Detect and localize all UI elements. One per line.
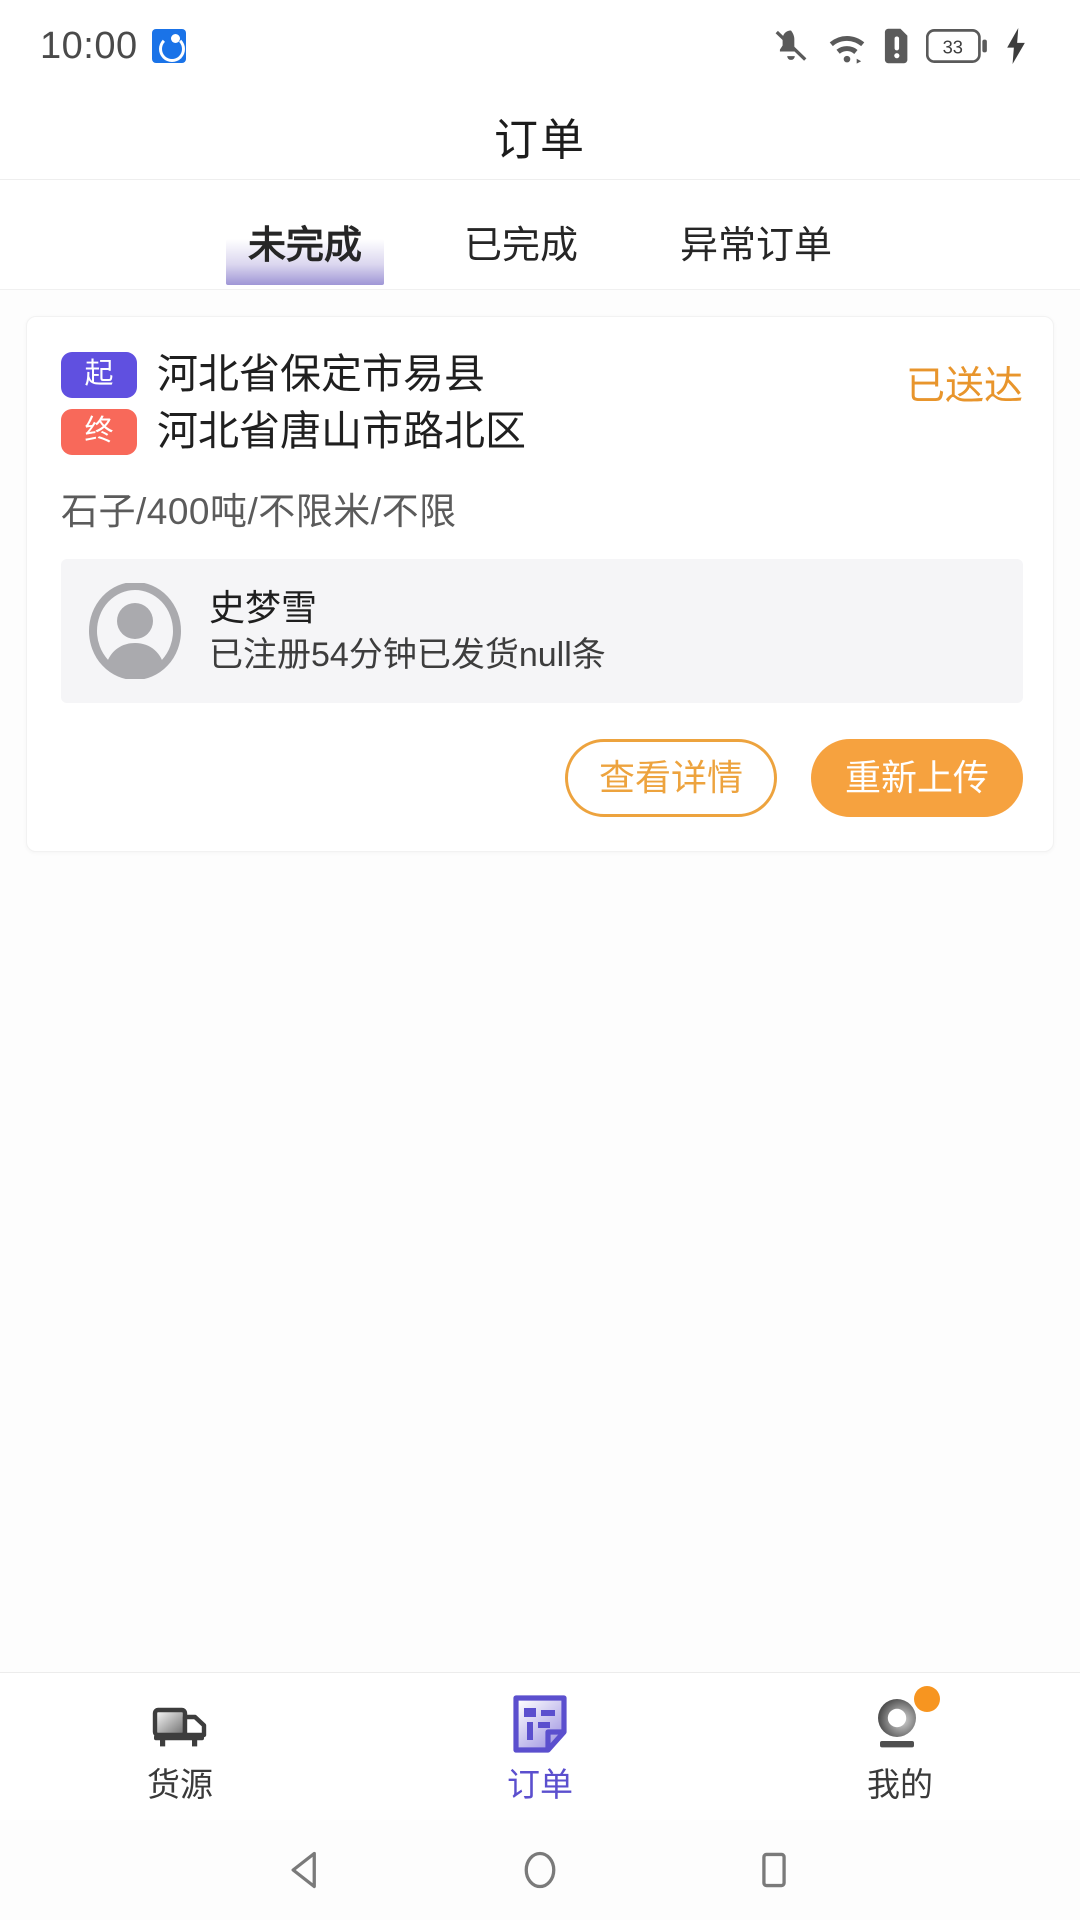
end-badge: 终 <box>61 408 137 455</box>
bottom-navigation: 货源 订单 我的 <box>0 1672 1080 1820</box>
nav-label-orders: 订单 <box>507 1766 573 1803</box>
end-address: 河北省唐山市路北区 <box>157 408 526 455</box>
phone-screen: 10:00 33 订单 未完成 已完成 异常订单 起 河北省保定市易县 终 河北… <box>0 0 1080 1920</box>
tab-abnormal-label: 异常订单 <box>680 225 833 267</box>
tab-unfinished-label: 未完成 <box>247 225 362 267</box>
order-route: 起 河北省保定市易县 终 河北省唐山市路北区 已送达 <box>61 351 1023 455</box>
order-document-icon <box>508 1692 572 1756</box>
avatar <box>89 583 181 680</box>
nav-item-goods[interactable]: 货源 <box>0 1692 360 1801</box>
shipper-block[interactable]: 史梦雪 已注册54分钟已发货null条 <box>61 559 1023 704</box>
page-header: 订单 <box>0 92 1080 180</box>
status-time: 10:00 <box>40 24 138 67</box>
route-end: 终 河北省唐山市路北区 <box>61 408 886 455</box>
start-address: 河北省保定市易县 <box>157 351 485 397</box>
page-title: 订单 <box>494 115 586 165</box>
nav-item-profile[interactable]: 我的 <box>720 1686 1080 1803</box>
route-start: 起 河北省保定市易县 <box>61 351 886 398</box>
charging-bolt-icon <box>1007 28 1025 64</box>
android-navigation-bar <box>0 1820 1080 1920</box>
tab-abnormal[interactable]: 异常订单 <box>658 227 854 285</box>
status-badge: 已送达 <box>905 365 1023 408</box>
wifi-icon <box>829 35 865 64</box>
order-list: 起 河北省保定市易县 终 河北省唐山市路北区 已送达 石子/400吨/不限米/不… <box>0 290 1080 1672</box>
bell-muted-icon <box>775 30 807 61</box>
battery-icon: 33 <box>926 29 987 63</box>
shipper-meta: 已注册54分钟已发货null条 <box>209 636 606 675</box>
start-badge: 起 <box>61 351 137 398</box>
cargo-description: 石子/400吨/不限米/不限 <box>61 491 457 533</box>
status-bar-left: 10:00 <box>40 25 186 68</box>
shipper-info: 史梦雪 已注册54分钟已发货null条 <box>209 586 606 676</box>
nav-label-profile: 我的 <box>867 1766 933 1803</box>
reupload-button[interactable]: 重新上传 <box>811 739 1023 818</box>
route-lines: 起 河北省保定市易县 终 河北省唐山市路北区 <box>61 351 886 455</box>
tab-unfinished[interactable]: 未完成 <box>225 225 385 285</box>
profile-icon <box>868 1686 940 1756</box>
profile-badge-dot <box>914 1686 940 1712</box>
tab-finished-label: 已完成 <box>463 225 578 267</box>
app-badge-icon <box>151 29 186 63</box>
order-card[interactable]: 起 河北省保定市易县 终 河北省唐山市路北区 已送达 石子/400吨/不限米/不… <box>26 316 1054 853</box>
battery-level-text: 33 <box>943 36 963 57</box>
truck-icon <box>148 1692 212 1756</box>
tab-finished[interactable]: 已完成 <box>442 227 600 285</box>
order-actions: 查看详情 重新上传 <box>61 739 1023 818</box>
status-bar: 10:00 33 <box>0 0 1080 92</box>
nav-label-goods: 货源 <box>147 1766 213 1803</box>
recents-square-icon[interactable] <box>752 1848 796 1892</box>
status-bar-right: 33 <box>772 26 1028 66</box>
shipper-name: 史梦雪 <box>209 587 318 629</box>
order-tabs: 未完成 已完成 异常订单 <box>0 180 1080 290</box>
view-detail-button[interactable]: 查看详情 <box>565 739 777 818</box>
back-triangle-icon[interactable] <box>284 1848 328 1892</box>
home-circle-icon[interactable] <box>518 1848 562 1892</box>
nav-item-orders[interactable]: 订单 <box>360 1692 720 1801</box>
sim-alert-icon <box>884 28 908 64</box>
